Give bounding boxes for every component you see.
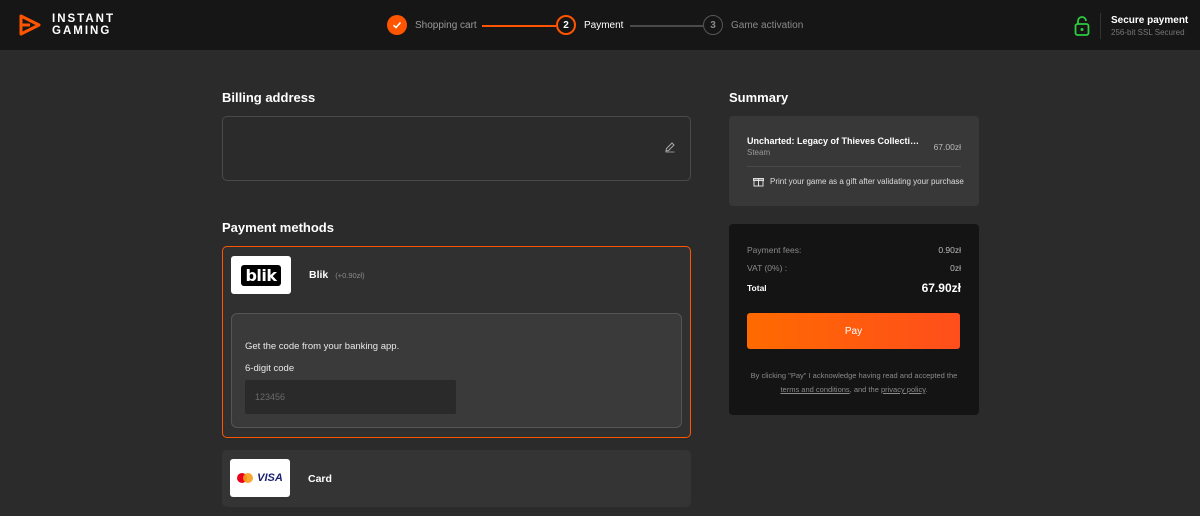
- billing-address-box[interactable]: [222, 116, 691, 181]
- logo-mark-icon: [19, 14, 41, 36]
- blik-logo: blik: [231, 256, 291, 294]
- legal-suffix: .: [925, 385, 928, 394]
- gift-option[interactable]: Print your game as a gift after validati…: [753, 176, 964, 187]
- step-connector-2: [630, 25, 703, 27]
- step-number: 3: [703, 15, 723, 35]
- method-name: Blik (+0.90zł): [309, 269, 365, 281]
- payment-methods-title: Payment methods: [222, 220, 334, 235]
- secure-subtitle: 256-bit SSL Secured: [1111, 28, 1185, 37]
- payment-method-card[interactable]: VISA Card: [222, 450, 691, 507]
- top-header: INSTANT GAMING Shopping cart 2 Payment 3…: [0, 0, 1200, 50]
- step-done-check-icon: [387, 15, 407, 35]
- legal-middle: , and the: [849, 385, 881, 394]
- logo-line-1: INSTANT: [52, 13, 115, 25]
- step-number: 2: [556, 15, 576, 35]
- logo-text: INSTANT GAMING: [52, 13, 115, 37]
- payment-fees-row: Payment fees: 0.90zł: [747, 245, 961, 255]
- vat-row: VAT (0%) : 0zł: [747, 263, 961, 273]
- logo-line-2: GAMING: [52, 25, 112, 37]
- visa-logo-text: VISA: [257, 472, 283, 484]
- card-logo: VISA: [230, 459, 290, 497]
- payment-fees-label: Payment fees:: [747, 245, 802, 255]
- payment-fees-value: 0.90zł: [938, 245, 961, 255]
- step-connector-1: [482, 25, 556, 27]
- blik-logo-text: blik: [241, 264, 281, 286]
- mastercard-icon: [237, 473, 254, 483]
- terms-link[interactable]: terms and conditions: [780, 385, 849, 394]
- total-value: 67.90zł: [921, 281, 961, 295]
- code-label: 6-digit code: [245, 363, 295, 374]
- blik-fee: (+0.90zł): [335, 271, 365, 280]
- total-row: Total 67.90zł: [747, 281, 961, 295]
- step-payment: 2 Payment: [556, 15, 623, 35]
- product-price: 67.00zł: [933, 142, 961, 152]
- payment-method-blik[interactable]: blik Blik (+0.90zł) Get the code from yo…: [222, 246, 691, 438]
- product-name[interactable]: Uncharted: Legacy of Thieves Collectio..…: [747, 136, 923, 146]
- total-label: Total: [747, 283, 767, 293]
- gift-text: Print your game as a gift after validati…: [770, 177, 964, 186]
- edit-pencil-icon[interactable]: [664, 141, 676, 153]
- blik-name: Blik: [309, 269, 329, 281]
- vat-label: VAT (0%) :: [747, 263, 788, 273]
- legal-text: By clicking "Pay" I acknowledge having r…: [747, 369, 961, 397]
- product-platform: Steam: [747, 148, 771, 157]
- vat-value: 0zł: [950, 263, 961, 273]
- lock-icon: [1074, 16, 1090, 36]
- step-shopping-cart[interactable]: Shopping cart: [387, 15, 477, 35]
- secure-payment-badge: Secure payment 256-bit SSL Secured: [1074, 13, 1188, 39]
- step-label: Game activation: [731, 19, 804, 31]
- privacy-link[interactable]: privacy policy: [881, 385, 925, 394]
- divider: [747, 166, 961, 167]
- instant-gaming-logo[interactable]: INSTANT GAMING: [18, 13, 115, 37]
- summary-product-box: Uncharted: Legacy of Thieves Collectio..…: [729, 116, 979, 206]
- summary-title: Summary: [729, 90, 789, 105]
- step-label: Shopping cart: [415, 19, 477, 31]
- pay-button[interactable]: Pay: [747, 313, 960, 349]
- secure-title: Secure payment: [1111, 15, 1189, 26]
- blik-code-input[interactable]: [245, 380, 456, 414]
- step-game-activation: 3 Game activation: [703, 15, 803, 35]
- payment-summary-box: Payment fees: 0.90zł VAT (0%) : 0zł Tota…: [729, 224, 979, 415]
- blik-hint: Get the code from your banking app.: [245, 341, 400, 352]
- divider: [1100, 13, 1101, 39]
- legal-prefix: By clicking "Pay" I acknowledge having r…: [750, 371, 958, 380]
- step-label: Payment: [584, 19, 624, 31]
- billing-address-title: Billing address: [222, 90, 316, 105]
- blik-code-panel: Get the code from your banking app. 6-di…: [231, 313, 682, 428]
- gift-icon: [753, 178, 764, 187]
- card-name: Card: [308, 473, 332, 485]
